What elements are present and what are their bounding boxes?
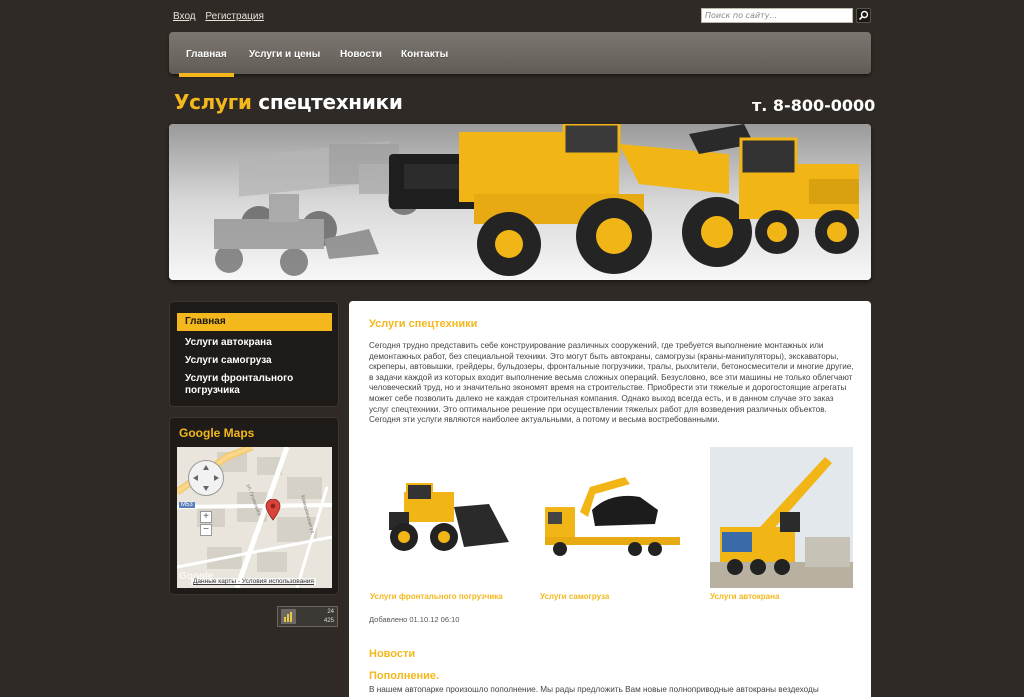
thumb-crane[interactable] <box>710 447 853 588</box>
machinery-illustration <box>169 124 871 280</box>
map-view[interactable]: ул. Гусинского Камышинская ул. M53 + − G… <box>177 447 332 588</box>
phone-number: т. 8-800-0000 <box>752 96 876 115</box>
loader-image <box>389 483 509 551</box>
top-links: Вход Регистрация <box>173 11 271 22</box>
site-logo[interactable]: Услуги спецтехники <box>174 90 403 114</box>
logo-accent: Услуги <box>174 90 252 114</box>
news-heading: Новости <box>369 648 416 660</box>
added-date: Добавлено 01.10.12 06:10 <box>369 615 460 624</box>
search-button[interactable] <box>856 8 871 23</box>
counter-bars-icon <box>281 609 296 624</box>
thumb-loader[interactable] <box>369 452 514 588</box>
side-menu: Главная Услуги автокрана Услуги самогруз… <box>169 301 339 407</box>
side-item-manipulator[interactable]: Услуги самогруза <box>177 355 332 367</box>
side-item-home[interactable]: Главная <box>177 313 332 331</box>
crane-image <box>710 447 853 588</box>
map-pan-control[interactable] <box>188 460 224 496</box>
main-nav: Главная Услуги и цены Новости Контакты <box>169 32 871 74</box>
nav-active-indicator <box>179 73 234 77</box>
zoom-out-button[interactable]: − <box>200 524 212 536</box>
maps-title: Google Maps <box>179 426 255 440</box>
map-pin-icon[interactable] <box>265 499 281 521</box>
nav-item-news[interactable]: Новости <box>340 49 382 60</box>
hero-banner <box>169 124 871 280</box>
logo-rest: спецтехники <box>251 90 403 114</box>
register-link[interactable]: Регистрация <box>205 11 263 22</box>
thumb-caption-manipulator[interactable]: Услуги самогруза <box>540 592 609 601</box>
news-item-title[interactable]: Пополнение. <box>369 670 439 682</box>
counter-line-1: 24 <box>327 609 334 615</box>
content-body: Сегодня трудно представить себе конструи… <box>369 341 854 425</box>
thumb-manipulator[interactable] <box>540 452 685 588</box>
pan-arrows-icon <box>193 465 219 491</box>
content-title: Услуги спецтехники <box>369 318 478 330</box>
map-terms-links[interactable]: Данные карты - Условия использования <box>191 578 316 585</box>
thumb-caption-loader[interactable]: Услуги фронтального погрузчика <box>370 592 503 601</box>
manipulator-image <box>545 477 680 556</box>
search-input[interactable] <box>701 8 853 23</box>
side-item-loader[interactable]: Услуги фронтального погрузчика <box>177 373 297 397</box>
nav-item-services[interactable]: Услуги и цены <box>249 49 320 60</box>
zoom-in-button[interactable]: + <box>200 511 212 523</box>
search-icon <box>858 10 869 21</box>
nav-item-contacts[interactable]: Контакты <box>401 49 448 60</box>
counter-line-2: 425 <box>323 618 334 624</box>
news-item-text: В нашем автопарке произошло пополнение. … <box>369 685 819 694</box>
login-link[interactable]: Вход <box>173 11 196 22</box>
thumb-caption-crane[interactable]: Услуги автокрана <box>710 592 779 601</box>
map-road-shield: M53 <box>179 502 195 508</box>
side-item-crane[interactable]: Услуги автокрана <box>177 337 332 349</box>
nav-item-home[interactable]: Главная <box>186 49 227 60</box>
